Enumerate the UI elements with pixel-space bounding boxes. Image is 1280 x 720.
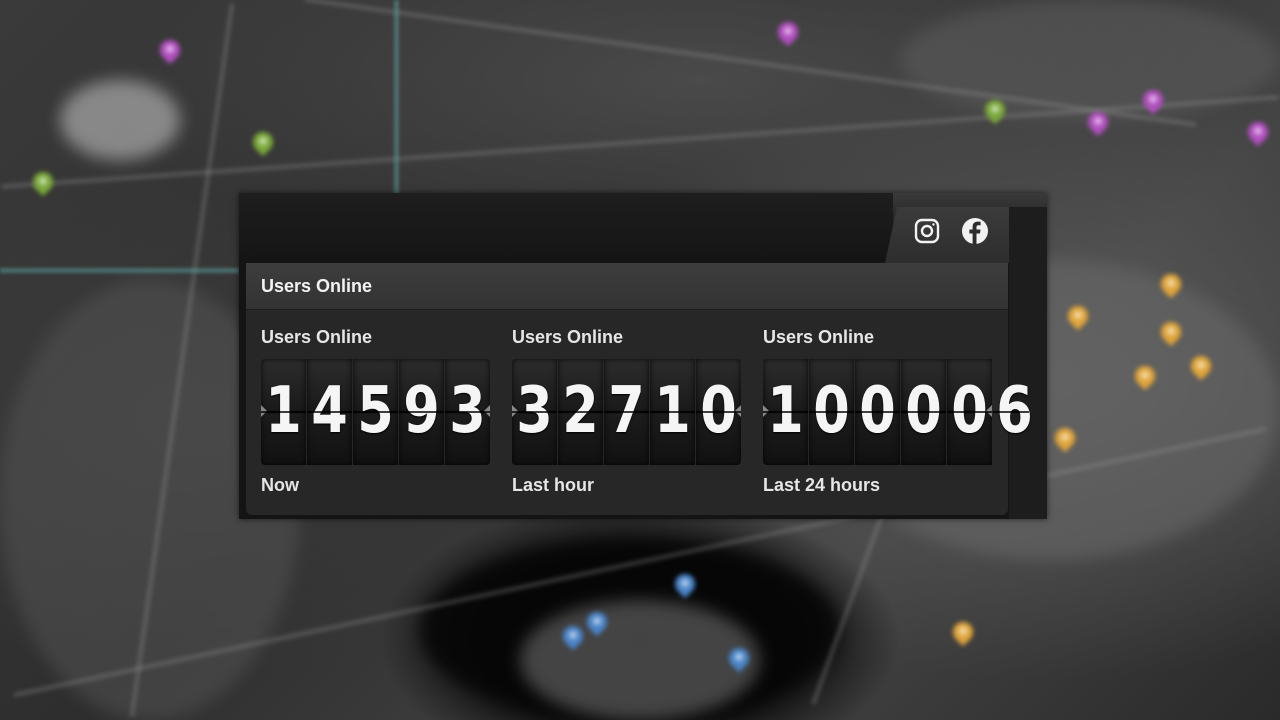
flip-digit: 0 (696, 359, 741, 465)
map-pin-green[interactable] (250, 132, 276, 162)
flip-counter: 1 0 0 0 0 6 (763, 359, 1033, 465)
flip-digit: 0 (809, 359, 854, 465)
map-pin-orange[interactable] (950, 622, 976, 652)
counter-last-24-hours: Users Online 1 0 0 0 0 6 Last 24 hours (763, 327, 1033, 495)
digit-value: 3 (516, 374, 553, 448)
flip-digit: 0 (901, 359, 946, 465)
counter-period: Last 24 hours (763, 475, 881, 495)
map-boundary-line (394, 0, 399, 195)
map-pin-purple[interactable] (1085, 112, 1111, 142)
users-online-widget: Users Online Users Online 1 4 5 9 3 Now … (239, 193, 1047, 519)
flip-digit: 1 (763, 359, 808, 465)
flip-digit: 0 (947, 359, 992, 465)
flip-digit-overflow: 6 (993, 359, 1033, 465)
social-links-panel (885, 207, 1009, 263)
map-pin-orange[interactable] (1158, 274, 1184, 304)
map-boundary-line (0, 268, 240, 273)
counter-period: Last hour (512, 475, 595, 495)
counter-label: Users Online (261, 327, 373, 347)
flip-digit: 1 (650, 359, 695, 465)
digit-value: 4 (311, 374, 348, 448)
map-pin-purple[interactable] (157, 40, 183, 70)
widget-title: Users Online (261, 276, 373, 296)
digit-value: 1 (654, 374, 691, 448)
map-pin-orange[interactable] (1052, 428, 1078, 458)
map-pin-orange[interactable] (1158, 322, 1184, 352)
counter-last-hour: Users Online 3 2 7 1 0 Last hour (512, 327, 752, 495)
flip-counter: 1 4 5 9 3 (261, 359, 490, 465)
flip-digit: 7 (604, 359, 649, 465)
flip-digit: 4 (307, 359, 352, 465)
digit-value: 0 (700, 374, 737, 448)
digit-value: 0 (859, 374, 896, 448)
map-pin-blue[interactable] (672, 574, 698, 604)
digit-value: 0 (813, 374, 850, 448)
widget-body: Users Online Users Online 1 4 5 9 3 Now … (246, 263, 1033, 515)
digit-value: 6 (996, 374, 1033, 448)
flip-counter: 3 2 7 1 0 (512, 359, 741, 465)
digit-value: 1 (767, 374, 804, 448)
map-pin-green[interactable] (30, 172, 56, 202)
flip-digit: 5 (353, 359, 398, 465)
digit-value: 0 (905, 374, 942, 448)
map-pin-orange[interactable] (1188, 356, 1214, 386)
widget-header: Users Online (246, 263, 1008, 310)
flip-digit: 3 (445, 359, 490, 465)
flip-digit: 2 (558, 359, 603, 465)
map-pin-blue[interactable] (726, 648, 752, 678)
counter-now: Users Online 1 4 5 9 3 Now (261, 327, 501, 495)
flip-digit: 9 (399, 359, 444, 465)
digit-value: 7 (608, 374, 645, 448)
digit-value: 0 (951, 374, 988, 448)
instagram-icon[interactable] (913, 217, 941, 245)
map-area (520, 600, 760, 720)
digit-value: 3 (449, 374, 486, 448)
flip-digit: 1 (261, 359, 306, 465)
counter-label: Users Online (512, 327, 624, 347)
counter-period: Now (261, 475, 299, 495)
map-pin-blue[interactable] (584, 612, 610, 642)
map-area (60, 80, 180, 160)
flip-digit: 3 (512, 359, 557, 465)
digit-value: 9 (403, 374, 440, 448)
facebook-icon[interactable] (961, 217, 989, 245)
digit-value: 2 (562, 374, 599, 448)
flip-digit: 0 (855, 359, 900, 465)
map-pin-orange[interactable] (1065, 306, 1091, 336)
map-pin-green[interactable] (982, 100, 1008, 130)
digit-value: 5 (357, 374, 394, 448)
digit-value: 1 (265, 374, 302, 448)
widget-top-tab (239, 193, 893, 263)
map-pin-blue[interactable] (560, 626, 586, 656)
map-pin-purple[interactable] (1140, 90, 1166, 120)
map-pin-purple[interactable] (775, 22, 801, 52)
counter-label: Users Online (763, 327, 875, 347)
map-pin-purple[interactable] (1245, 122, 1271, 152)
map-pin-orange[interactable] (1132, 366, 1158, 396)
